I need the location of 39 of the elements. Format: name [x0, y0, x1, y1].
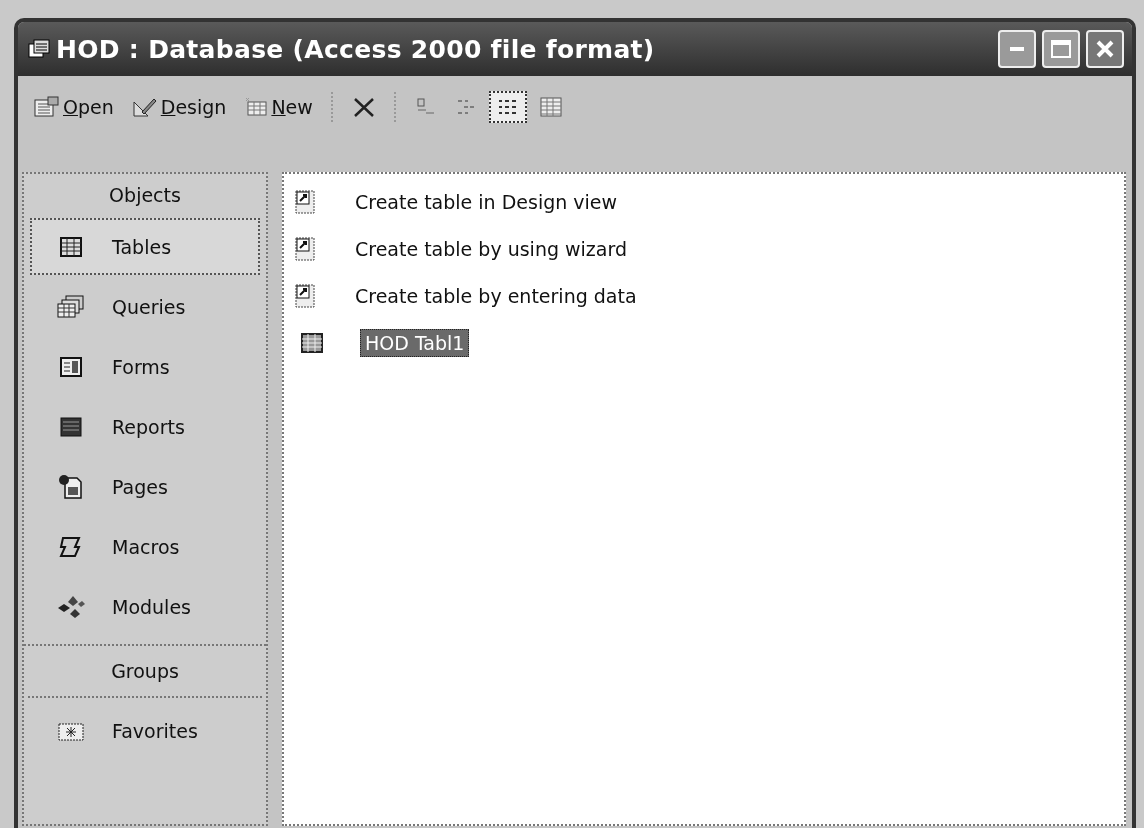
- list-item[interactable]: Create table by using wizard: [350, 234, 632, 263]
- minimize-icon: [1010, 47, 1024, 51]
- sidebar-item[interactable]: Queries: [30, 278, 260, 335]
- sidebar-item[interactable]: Forms: [30, 338, 260, 395]
- close-icon: [1095, 39, 1115, 59]
- sidebar-item[interactable]: Reports: [30, 398, 260, 455]
- table-grid-icon: [300, 331, 324, 354]
- stacked-grids-icon: [57, 294, 85, 319]
- shortcut-icon: [294, 235, 318, 262]
- sidebar-item[interactable]: Favorites: [30, 702, 260, 759]
- large-icons-icon: [414, 97, 437, 117]
- sidebar-item[interactable]: Modules: [30, 578, 260, 635]
- sidebar-item[interactable]: Tables: [30, 218, 260, 275]
- shortcut-icon: [294, 188, 318, 215]
- list-item[interactable]: Create table by entering data: [350, 281, 642, 310]
- database-window-icon: [28, 39, 50, 59]
- details-view-icon: [538, 96, 563, 118]
- toolbar-button[interactable]: New: [238, 92, 319, 122]
- list-item[interactable]: HOD Tabl1: [360, 328, 470, 357]
- toolbar-button[interactable]: Design: [125, 92, 233, 122]
- close-button[interactable]: [1086, 30, 1124, 68]
- sidebar-item[interactable]: Pages: [30, 458, 260, 515]
- form-icon: [59, 355, 83, 378]
- maximize-button[interactable]: [1042, 30, 1080, 68]
- report-icon: [59, 415, 83, 438]
- list-item[interactable]: Create table in Design view: [350, 187, 623, 216]
- open-form-icon: [34, 96, 60, 118]
- sidebar-item[interactable]: Macros: [30, 518, 260, 575]
- new-table-icon: [244, 97, 269, 117]
- section-heading: Groups: [28, 646, 262, 698]
- maximize-icon: [1051, 40, 1071, 58]
- view-button[interactable]: [488, 91, 527, 123]
- minimize-button[interactable]: [998, 30, 1036, 68]
- window-title: HOD : Database (Access 2000 file format): [56, 34, 656, 64]
- section-heading: Objects: [108, 183, 182, 208]
- table-grid-icon: [59, 235, 83, 258]
- shortcut-icon: [294, 282, 318, 309]
- toolbar-button[interactable]: Open: [28, 92, 120, 122]
- ruler-pencil-icon: [131, 96, 158, 118]
